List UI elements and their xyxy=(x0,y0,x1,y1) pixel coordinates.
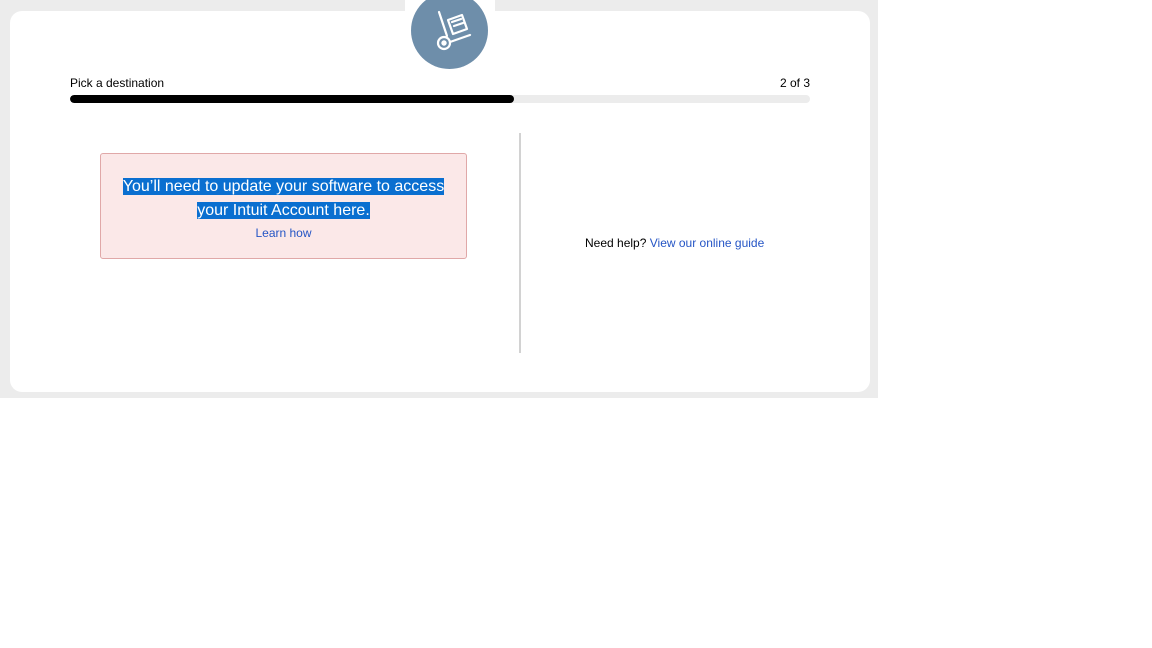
step-count: 2 of 3 xyxy=(779,76,810,90)
progress-bar xyxy=(70,95,810,103)
step-label: Pick a destination xyxy=(70,76,165,90)
progress-bar-fill xyxy=(70,95,514,103)
column-divider xyxy=(519,133,521,353)
help-text: Need help? View our online guide xyxy=(585,236,764,250)
learn-how-link[interactable]: Learn how xyxy=(255,226,311,240)
alert-message-text: You’ll need to update your software to a… xyxy=(122,178,445,219)
help-prefix: Need help? xyxy=(585,236,647,250)
update-alert: You’ll need to update your software to a… xyxy=(100,153,467,259)
online-guide-link[interactable]: View our online guide xyxy=(650,236,765,250)
hand-truck-icon xyxy=(436,10,471,50)
alert-message: You’ll need to update your software to a… xyxy=(119,175,449,223)
